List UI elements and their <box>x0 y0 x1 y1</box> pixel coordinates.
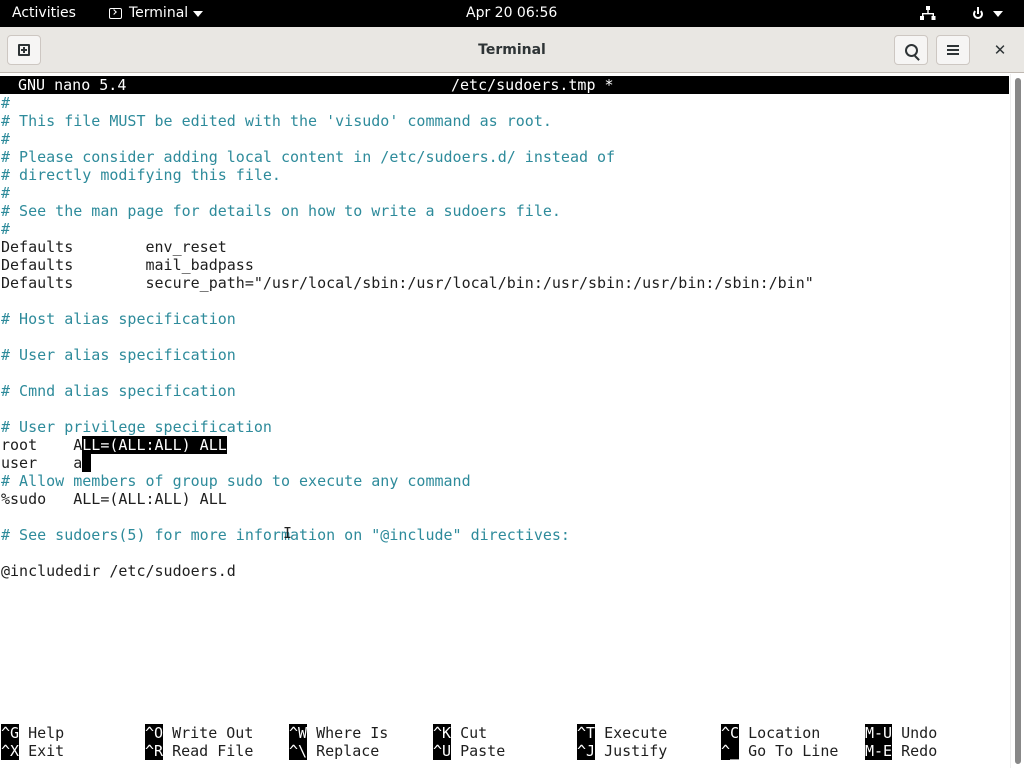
shortcut-read-file[interactable]: ^R Read File <box>145 742 253 760</box>
scrollbar[interactable] <box>1010 74 1024 768</box>
editor-line[interactable]: # See the man page for details on how to… <box>1 202 561 220</box>
shortcut-redo[interactable]: M-E Redo <box>865 742 937 760</box>
editor-line[interactable]: # directly modifying this file. <box>1 166 281 184</box>
editor-line[interactable]: # Please consider adding local content i… <box>1 148 615 166</box>
terminal-area[interactable]: GNU nano 5.4 /etc/sudoers.tmp * # # This… <box>0 74 1024 768</box>
clock[interactable]: Apr 20 06:56 <box>466 0 557 27</box>
editor-line[interactable]: # Cmnd alias specification <box>1 382 236 400</box>
app-menu-label: Terminal <box>129 5 189 21</box>
shortcut-location[interactable]: ^C Location <box>721 724 820 742</box>
terminal-app-icon <box>109 8 122 19</box>
power-icon <box>973 6 983 19</box>
editor-line[interactable]: # Allow members of group sudo to execute… <box>1 472 471 490</box>
new-tab-icon <box>18 44 30 56</box>
menu-button[interactable] <box>936 35 970 65</box>
hamburger-menu-icon <box>947 45 959 55</box>
editor-line[interactable]: @includedir /etc/sudoers.d <box>1 562 236 580</box>
editor-line[interactable]: # <box>1 220 10 238</box>
editor-line[interactable]: %sudo ALL=(ALL:ALL) ALL <box>1 490 227 508</box>
shortcut-cut[interactable]: ^K Cut <box>433 724 487 742</box>
network-wired-icon[interactable] <box>920 0 936 27</box>
close-button[interactable]: ✕ <box>986 35 1014 65</box>
user-line-text: user a <box>1 454 83 472</box>
editor-line[interactable]: # <box>1 130 10 148</box>
editor-line[interactable]: # <box>1 94 10 112</box>
editor-line[interactable]: # Host alias specification <box>1 310 236 328</box>
editor-line[interactable]: Defaults env_reset <box>1 238 227 256</box>
app-menu[interactable]: Terminal <box>109 0 204 27</box>
mouse-ibeam-icon: I <box>283 524 293 542</box>
selected-text: LL=(ALL:ALL) ALL <box>82 436 227 454</box>
shortcut-help[interactable]: ^G Help <box>1 724 64 742</box>
editor-line[interactable]: # User alias specification <box>1 346 236 364</box>
shortcut-exit[interactable]: ^X Exit <box>1 742 64 760</box>
shortcut-paste[interactable]: ^U Paste <box>433 742 505 760</box>
nano-title-bar: GNU nano 5.4 /etc/sudoers.tmp * <box>0 76 1009 94</box>
search-button[interactable] <box>894 35 928 65</box>
shortcut-justify[interactable]: ^J Justify <box>577 742 667 760</box>
shortcut-replace[interactable]: ^\ Replace <box>289 742 379 760</box>
editor-line[interactable]: Defaults mail_badpass <box>1 256 254 274</box>
system-menu[interactable] <box>973 0 1003 27</box>
close-icon: ✕ <box>993 41 1007 59</box>
editor-line[interactable]: # <box>1 184 10 202</box>
nano-filename: /etc/sudoers.tmp * <box>451 76 614 94</box>
root-line-prefix: root A <box>1 436 83 454</box>
editor-line-root[interactable]: root ALL=(ALL:ALL) ALL <box>1 436 227 454</box>
text-cursor <box>82 454 92 472</box>
editor-line[interactable]: # User privilege specification <box>1 418 272 436</box>
editor-line-user[interactable]: user a <box>1 454 92 472</box>
shortcut-where-is[interactable]: ^W Where Is <box>289 724 388 742</box>
shortcut-execute[interactable]: ^T Execute <box>577 724 667 742</box>
nano-version: GNU nano 5.4 <box>18 76 127 94</box>
editor-line[interactable]: # This file MUST be edited with the 'vis… <box>1 112 552 130</box>
shortcut-go-to-line[interactable]: ^_ Go To Line <box>721 742 838 760</box>
editor-line[interactable]: Defaults secure_path="/usr/local/sbin:/u… <box>1 274 814 292</box>
search-icon <box>904 43 918 57</box>
window-header: Terminal ✕ <box>0 27 1024 73</box>
shortcut-write-out[interactable]: ^O Write Out <box>145 724 253 742</box>
chevron-down-icon <box>193 10 204 17</box>
scrollbar-thumb[interactable] <box>1015 78 1021 764</box>
window-title: Terminal <box>478 42 546 58</box>
new-tab-button[interactable] <box>7 35 41 65</box>
shortcut-undo[interactable]: M-U Undo <box>865 724 937 742</box>
top-bar: Activities Terminal Apr 20 06:56 <box>0 0 1024 27</box>
activities-button[interactable]: Activities <box>12 0 76 27</box>
chevron-down-icon <box>993 10 1003 17</box>
